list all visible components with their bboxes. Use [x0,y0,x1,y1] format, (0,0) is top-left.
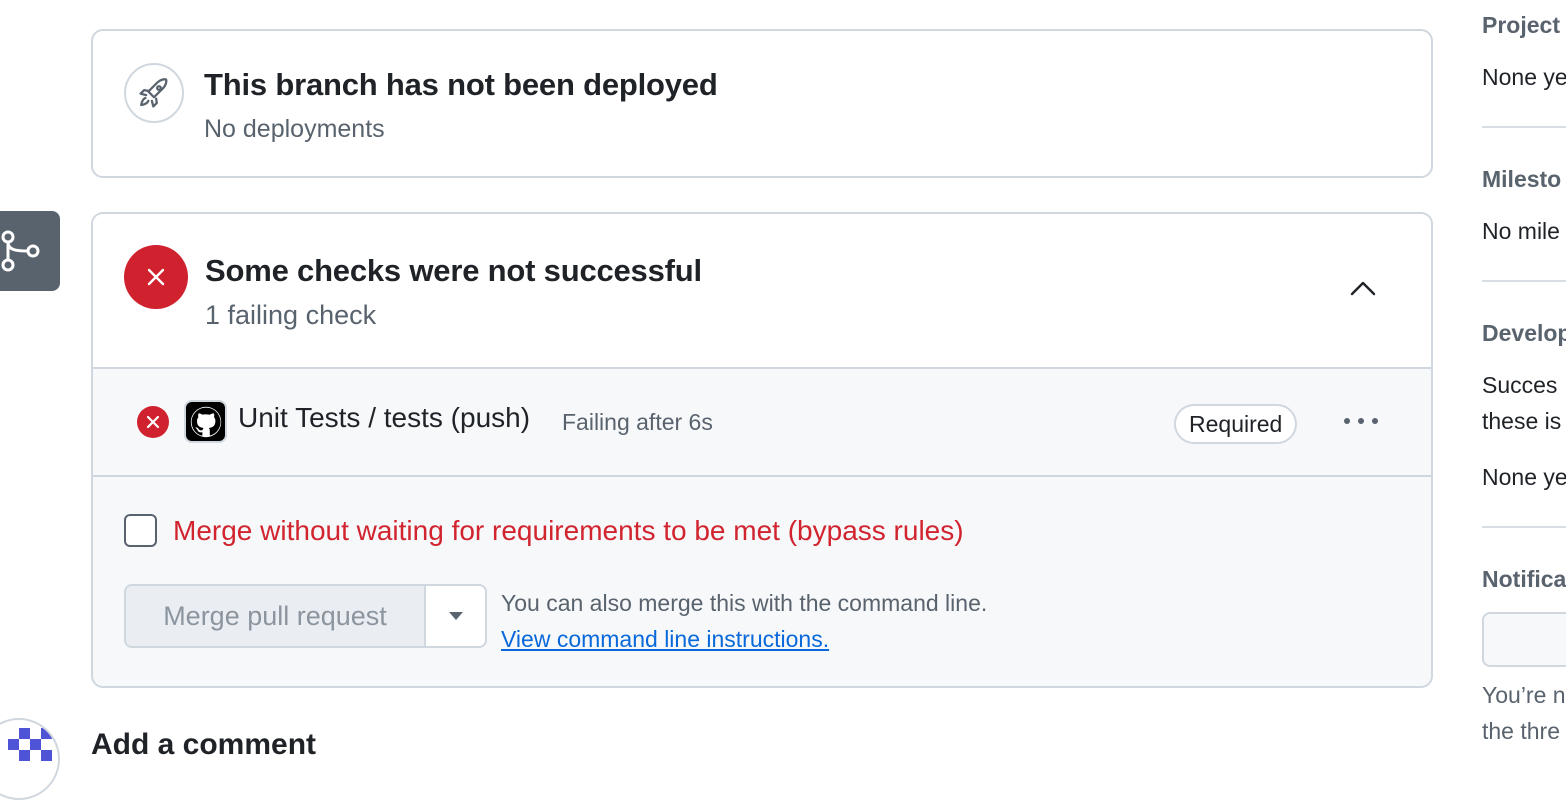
sidebar-divider [1482,126,1566,128]
avatar[interactable] [0,718,60,800]
milestone-value: No mile [1482,218,1560,244]
merge-pull-request-button[interactable]: Merge pull request [126,586,424,646]
check-status: Failing after 6s [562,409,713,435]
development-description-line-2: these is [1482,408,1562,434]
kebab-horizontal-icon [1343,417,1379,425]
bypass-rules-label[interactable]: Merge without waiting for requirements t… [173,515,964,547]
development-heading[interactable]: Develop [1482,320,1566,347]
rocket-icon [124,63,184,123]
git-branch-icon [0,228,42,274]
check-options-button[interactable] [1339,403,1383,439]
checks-subtitle: 1 failing check [205,300,377,330]
notifications-reason-line-2: the thre [1482,718,1560,744]
collapse-checks-button[interactable] [1343,268,1383,308]
notifications-reason-line-1: You’re n [1482,682,1566,708]
add-comment-heading: Add a comment [91,728,317,761]
bypass-rules-checkbox[interactable] [124,514,157,547]
development-value: None ye [1482,464,1566,490]
projects-heading[interactable]: Project [1482,12,1560,39]
x-circle-icon [137,406,169,438]
deployment-subtitle: No deployments [204,115,385,143]
checks-header: Some checks were not successful 1 failin… [93,214,1431,369]
caret-down-icon [448,611,464,621]
checks-title: Some checks were not successful [205,253,702,288]
development-description-line-1: Succes [1482,372,1558,398]
required-badge: Required [1174,404,1298,444]
deployment-status-box: This branch has not been deployed No dep… [91,29,1433,178]
merge-button-group: Merge pull request [124,584,487,648]
checks-panel: Some checks were not successful 1 failin… [91,212,1433,688]
sidebar-divider [1482,526,1566,528]
notifications-heading: Notifica [1482,566,1566,592]
projects-value: None ye [1482,64,1566,90]
bypass-rules-row: Merge without waiting for requirements t… [124,514,964,547]
x-circle-icon [124,245,188,309]
notifications-subscribe-button[interactable] [1482,612,1566,667]
check-name: Unit Tests / tests (push) [238,402,531,433]
chevron-up-icon [1350,280,1376,296]
git-merge-badge [0,211,60,291]
deployment-title: This branch has not been deployed [204,67,718,102]
sidebar-divider [1482,280,1566,282]
command-line-instructions-link[interactable]: View command line instructions. [501,626,829,653]
merge-method-dropdown[interactable] [424,586,485,646]
right-sidebar: Project None ye Milesto No mile Develop … [1482,0,1566,766]
milestone-heading[interactable]: Milesto [1482,166,1561,193]
check-row[interactable]: Unit Tests / tests (push) Failing after … [93,369,1431,477]
command-line-hint: You can also merge this with the command… [501,590,988,616]
github-icon [184,400,227,443]
